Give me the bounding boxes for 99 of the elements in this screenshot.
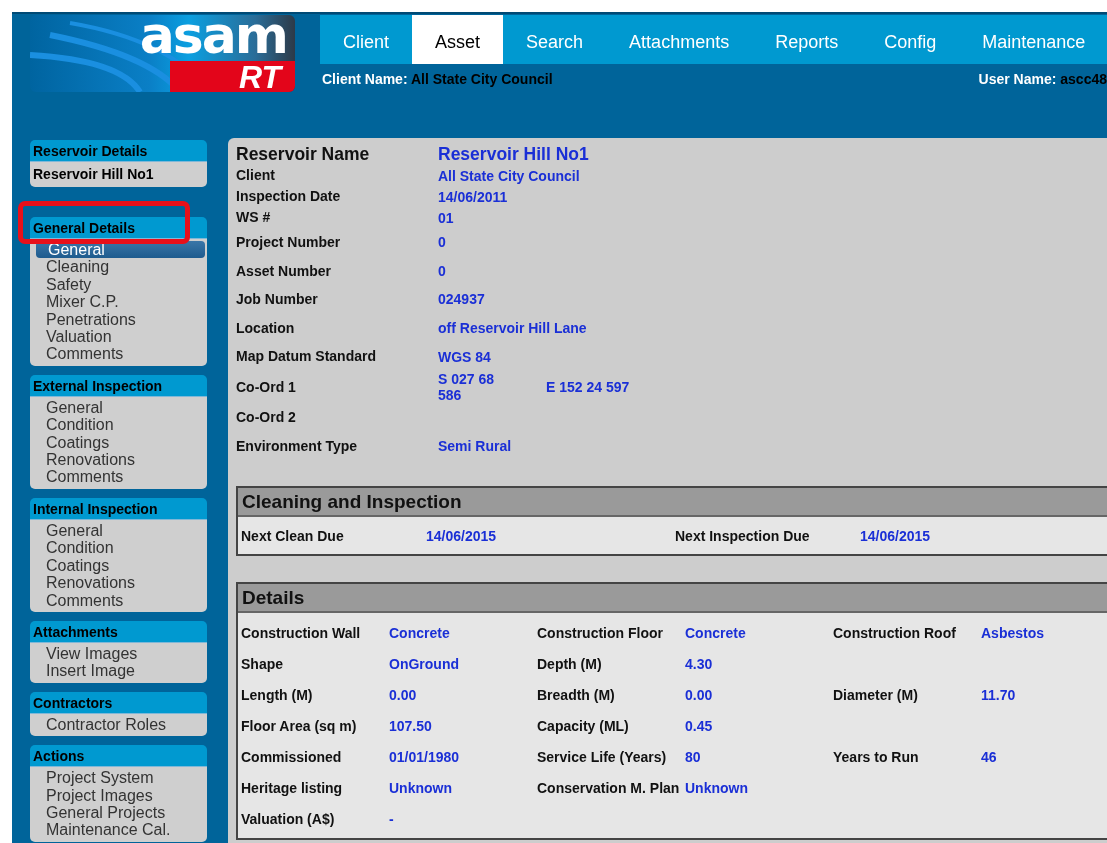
sidebar-group-header: General Details xyxy=(30,217,207,239)
sidebar-item[interactable]: Project System xyxy=(32,769,205,787)
field-value: Unknown xyxy=(389,779,453,796)
sidebar-item[interactable]: Coatings xyxy=(32,556,205,575)
field-value: 80 xyxy=(685,748,702,765)
field-value: 46 xyxy=(981,748,998,765)
sidebar-summary: Reservoir Hill No1 xyxy=(32,165,155,184)
sidebar-item[interactable]: Insert Image xyxy=(32,662,205,680)
sidebar-item[interactable]: General xyxy=(32,521,205,540)
sidebar-item[interactable]: Renovations xyxy=(32,451,205,469)
sidebar-item[interactable]: Contractor Roles xyxy=(32,715,205,734)
sidebar-item[interactable]: Mixer C.P. xyxy=(32,293,205,311)
sidebar-item[interactable]: Valuation xyxy=(32,328,205,346)
field-value: 14/06/2015 xyxy=(860,527,932,544)
field-value: 11.70 xyxy=(981,686,1017,703)
sidebar-group-header: Attachments xyxy=(30,620,207,643)
sidebar-item[interactable]: Condition xyxy=(32,539,205,557)
field-label: Job Number xyxy=(236,290,319,310)
nav-tab[interactable]: Asset xyxy=(412,15,504,64)
sidebar-item[interactable]: Comments xyxy=(32,468,205,486)
client-name-value: All State City Council xyxy=(410,71,553,87)
field-value: 0 xyxy=(438,234,446,251)
field-label: Breadth (M) xyxy=(537,686,616,703)
field-label: Map Datum Standard xyxy=(236,347,377,367)
field-value: 0.00 xyxy=(389,686,418,703)
sidebar-group-header: Actions xyxy=(30,745,207,768)
sidebar-group-header: Reservoir Details xyxy=(30,140,207,162)
sidebar-group-header: External Inspection xyxy=(30,374,207,397)
field-value: 14/06/2011 xyxy=(438,188,508,205)
field-label: Next Clean Due xyxy=(241,527,345,544)
field-label: Years to Run xyxy=(833,748,920,765)
sidebar-item[interactable]: Project Images xyxy=(32,786,205,804)
field-label: Capacity (ML) xyxy=(537,717,630,734)
field-label: Floor Area (sq m) xyxy=(241,717,358,734)
field-label: Location xyxy=(236,318,296,338)
sidebar-item[interactable]: Maintenance Cal. xyxy=(32,821,205,839)
field-value: 14/06/2015 xyxy=(426,527,498,544)
field-value: 01/01/1980 xyxy=(389,748,461,765)
field-value: 4.30 xyxy=(685,655,714,672)
field-value: 107.50 xyxy=(389,717,433,734)
sidebar-item[interactable]: General Projects xyxy=(32,803,205,822)
field-label: Next Inspection Due xyxy=(675,527,811,544)
field-value: 024937 xyxy=(438,291,485,308)
sidebar-group-header: Contractors xyxy=(30,691,207,714)
sidebar-item[interactable]: Comments xyxy=(32,591,205,609)
sidebar-item[interactable]: Penetrations xyxy=(32,310,205,329)
field-label: Environment Type xyxy=(236,436,359,456)
field-label: Commissioned xyxy=(241,748,343,765)
field-label: Co-Ord 2 xyxy=(236,407,297,427)
field-value: Asbestos xyxy=(981,624,1046,641)
field-label: Shape xyxy=(241,655,284,672)
field-value: Unknown xyxy=(685,779,749,796)
field-value: S 027 68 586 xyxy=(438,370,496,403)
field-label: WS # xyxy=(236,208,272,227)
field-label: Heritage listing xyxy=(241,779,344,796)
field-value: WGS 84 xyxy=(438,348,491,365)
field-label: Reservoir Name xyxy=(236,144,371,165)
sidebar-item[interactable]: Cleaning xyxy=(32,258,205,276)
section-title: Cleaning and Inspection xyxy=(238,488,1107,518)
section-title: Details xyxy=(238,584,1107,614)
field-label: Depth (M) xyxy=(537,655,603,672)
field-value: Concrete xyxy=(389,624,451,641)
logo-wordmark: asam xyxy=(139,15,287,61)
field-value: 0 xyxy=(438,262,446,279)
field-label: Length (M) xyxy=(241,686,314,703)
field-label: Service Life (Years) xyxy=(537,748,668,765)
field-label: Inspection Date xyxy=(236,187,342,206)
field-label: Diameter (M) xyxy=(833,686,919,703)
field-label: Valuation (A$) xyxy=(241,810,336,827)
field-label: Construction Floor xyxy=(537,624,664,641)
field-value: E 152 24 597 xyxy=(546,378,630,395)
sidebar-item[interactable]: Safety xyxy=(32,275,205,294)
user-name-value: ascc48 xyxy=(1060,71,1107,87)
field-label: Project Number xyxy=(236,233,342,252)
sidebar-item[interactable]: Coatings xyxy=(32,433,205,452)
field-label: Conservation M. Plan xyxy=(537,779,681,796)
field-label: Construction Roof xyxy=(833,624,957,641)
field-value: off Reservoir Hill Lane xyxy=(438,320,587,337)
field-label: Co-Ord 1 xyxy=(236,377,297,397)
sidebar-item[interactable]: View Images xyxy=(32,644,205,663)
sidebar-group-header: Internal Inspection xyxy=(30,497,207,520)
field-label: Asset Number xyxy=(236,261,332,281)
field-label: Client xyxy=(236,166,276,185)
sidebar-item[interactable]: Condition xyxy=(32,416,205,434)
field-value: Concrete xyxy=(685,624,747,641)
sidebar-item[interactable]: General xyxy=(32,398,205,417)
field-value: 01 xyxy=(438,209,454,226)
field-value: - xyxy=(389,810,395,827)
field-value: 0.00 xyxy=(685,686,714,703)
field-label: Construction Wall xyxy=(241,624,362,641)
field-value: All State City Council xyxy=(438,167,580,184)
sidebar-item[interactable]: Renovations xyxy=(32,574,205,592)
field-value: OnGround xyxy=(389,655,460,672)
client-name-label: Client Name: xyxy=(322,71,408,87)
field-value: Semi Rural xyxy=(438,437,512,454)
sidebar-item[interactable]: Comments xyxy=(32,345,205,363)
field-value: 0.45 xyxy=(685,717,714,734)
user-name-label: User Name: xyxy=(978,71,1057,87)
field-value: Reservoir Hill No1 xyxy=(438,144,590,165)
